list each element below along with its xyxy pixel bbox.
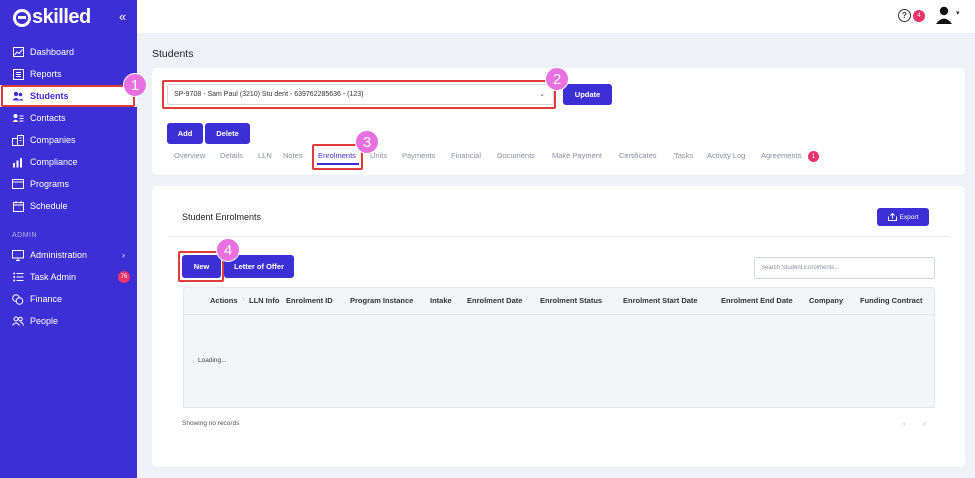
sidebar-item-programs[interactable]: Programs [0, 173, 137, 195]
search-enrolments-input[interactable] [754, 257, 935, 279]
column-funding-contract[interactable]: Funding Contract [860, 296, 923, 305]
column-enrolment-end-date[interactable]: Enrolment End Date [721, 296, 793, 305]
tab-agreements[interactable]: Agreements [761, 151, 801, 160]
column-intake[interactable]: Intake [430, 296, 452, 305]
caret-down-icon[interactable]: ▾ [956, 9, 960, 17]
admin-section-label: ADMIN [12, 232, 38, 239]
step-marker-3: 3 [355, 130, 379, 154]
chart-line-icon [12, 46, 24, 58]
tab-tasks[interactable]: Tasks [674, 151, 693, 160]
sidebar-item-schedule[interactable]: Schedule [0, 195, 137, 217]
column-program-instance[interactable]: Program Instance [350, 296, 413, 305]
top-bar: ? 4 ▾ [137, 0, 975, 33]
sidebar-item-reports[interactable]: Reports [0, 63, 137, 85]
column-enrolment-id[interactable]: Enrolment ID [286, 296, 333, 305]
loading-text: Loading... [198, 357, 227, 364]
tab-financial[interactable]: Financial [451, 151, 481, 160]
column-enrolment-status[interactable]: Enrolment Status [540, 296, 602, 305]
sidebar-item-contacts[interactable]: Contacts [0, 107, 137, 129]
column-actions[interactable]: Actions [210, 296, 238, 305]
sidebar-item-finance[interactable]: Finance [0, 288, 137, 310]
agreements-badge: 1 [808, 151, 819, 162]
monitor-icon [12, 249, 24, 261]
coins-icon [12, 293, 24, 305]
sidebar-item-people[interactable]: People [0, 310, 137, 332]
sidebar-item-label: Task Admin [30, 272, 77, 282]
sidebar-item-label: Contacts [30, 113, 66, 123]
sidebar-item-companies[interactable]: Companies [0, 129, 137, 151]
sort-icon[interactable]: ↕ [242, 297, 245, 303]
page-title: Students [152, 48, 194, 60]
tab-certificates[interactable]: Certificates [619, 151, 657, 160]
sidebar-item-label: Finance [30, 294, 63, 304]
sidebar-item-label: Schedule [30, 201, 68, 211]
tab-notes[interactable]: Notes [283, 151, 303, 160]
sidebar-item-administration[interactable]: Administration › [0, 244, 137, 266]
export-icon [887, 213, 897, 221]
highlight-student-select [162, 80, 556, 109]
column-enrolment-date[interactable]: Enrolment Date [467, 296, 522, 305]
people-icon [12, 315, 24, 327]
table-body [183, 314, 935, 408]
double-chevron-left-icon[interactable]: « [119, 9, 126, 24]
bar-chart-icon [12, 156, 24, 168]
step-marker-2: 2 [545, 67, 569, 91]
delete-button[interactable]: Delete [205, 123, 250, 144]
records-count: Showing no records [182, 420, 240, 427]
tab-details[interactable]: Details [220, 151, 243, 160]
tab-overview[interactable]: Overview [174, 151, 205, 160]
column-enrolment-start-date[interactable]: Enrolment Start Date [623, 296, 698, 305]
building-icon [12, 134, 24, 146]
divider [167, 236, 950, 237]
help-icon[interactable]: ? [898, 9, 911, 22]
sidebar-item-dashboard[interactable]: Dashboard [0, 41, 137, 63]
sidebar-item-label: Administration [30, 250, 88, 260]
logo[interactable]: skilled [13, 6, 91, 29]
sidebar: skilled « Dashboard Reports Students Con… [0, 0, 137, 478]
section-title: Student Enrolments [182, 212, 262, 222]
calendar-icon [12, 200, 24, 212]
notification-badge[interactable]: 4 [913, 10, 925, 22]
export-button[interactable]: Export [877, 208, 929, 226]
add-button[interactable]: Add [167, 123, 203, 144]
logo-text: skilled [32, 6, 91, 28]
sidebar-item-label: Compliance [30, 157, 78, 167]
update-button[interactable]: Update [563, 84, 612, 105]
sidebar-item-label: Companies [30, 135, 76, 145]
highlight-enrolments-tab [312, 144, 363, 170]
sidebar-item-label: Programs [30, 179, 70, 189]
sidebar-item-label: Dashboard [30, 47, 75, 57]
sidebar-item-compliance[interactable]: Compliance [0, 151, 137, 173]
task-count-badge: 76 [118, 271, 130, 283]
sidebar-item-label: Reports [30, 69, 62, 79]
tab-activity-log[interactable]: Activity Log [707, 151, 745, 160]
step-marker-4: 4 [216, 238, 240, 262]
list-icon [12, 271, 24, 283]
tab-lln[interactable]: LLN [258, 151, 272, 160]
tab-make-payment[interactable]: Make Payment [552, 151, 602, 160]
report-icon [12, 68, 24, 80]
export-label: Export [899, 213, 919, 221]
contact-card-icon [12, 112, 24, 124]
user-avatar-icon[interactable] [934, 6, 954, 24]
sidebar-item-label: People [30, 316, 59, 326]
window-icon [12, 178, 24, 190]
step-marker-1: 1 [123, 73, 147, 97]
column-company[interactable]: Company [809, 296, 843, 305]
chevron-right-icon: › [122, 250, 125, 260]
tab-payments[interactable]: Payments [402, 151, 435, 160]
chevron-left-icon[interactable]: ‹ [903, 419, 906, 428]
tab-documents[interactable]: Documents [497, 151, 535, 160]
chevron-right-icon[interactable]: › [923, 419, 926, 428]
logo-e-icon [13, 8, 31, 27]
column-lln-info[interactable]: LLN Info [249, 296, 279, 305]
highlight-students [1, 85, 135, 107]
sidebar-item-task-admin[interactable]: Task Admin 76 [0, 266, 137, 288]
